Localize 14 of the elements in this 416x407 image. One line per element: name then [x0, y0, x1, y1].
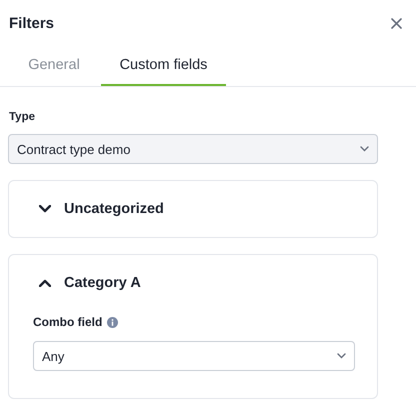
tab[interactable]: Custom fields [101, 46, 226, 86]
chevron-down-icon [39, 205, 51, 213]
field-label: Type [9, 111, 36, 125]
select-field[interactable]: Any [33, 341, 355, 371]
category-header[interactable]: Category A [33, 255, 355, 311]
close-icon[interactable] [391, 18, 402, 28]
category-header[interactable]: Uncategorized [33, 181, 355, 237]
field-label: Combo field [33, 315, 102, 329]
panel-title: Filters [9, 14, 54, 32]
chevron-down-icon [337, 353, 346, 359]
chevron-down-icon [360, 146, 369, 152]
info-icon [107, 316, 118, 328]
select-field[interactable]: Contract type demo [8, 134, 378, 164]
chevron-up-icon [39, 279, 51, 287]
